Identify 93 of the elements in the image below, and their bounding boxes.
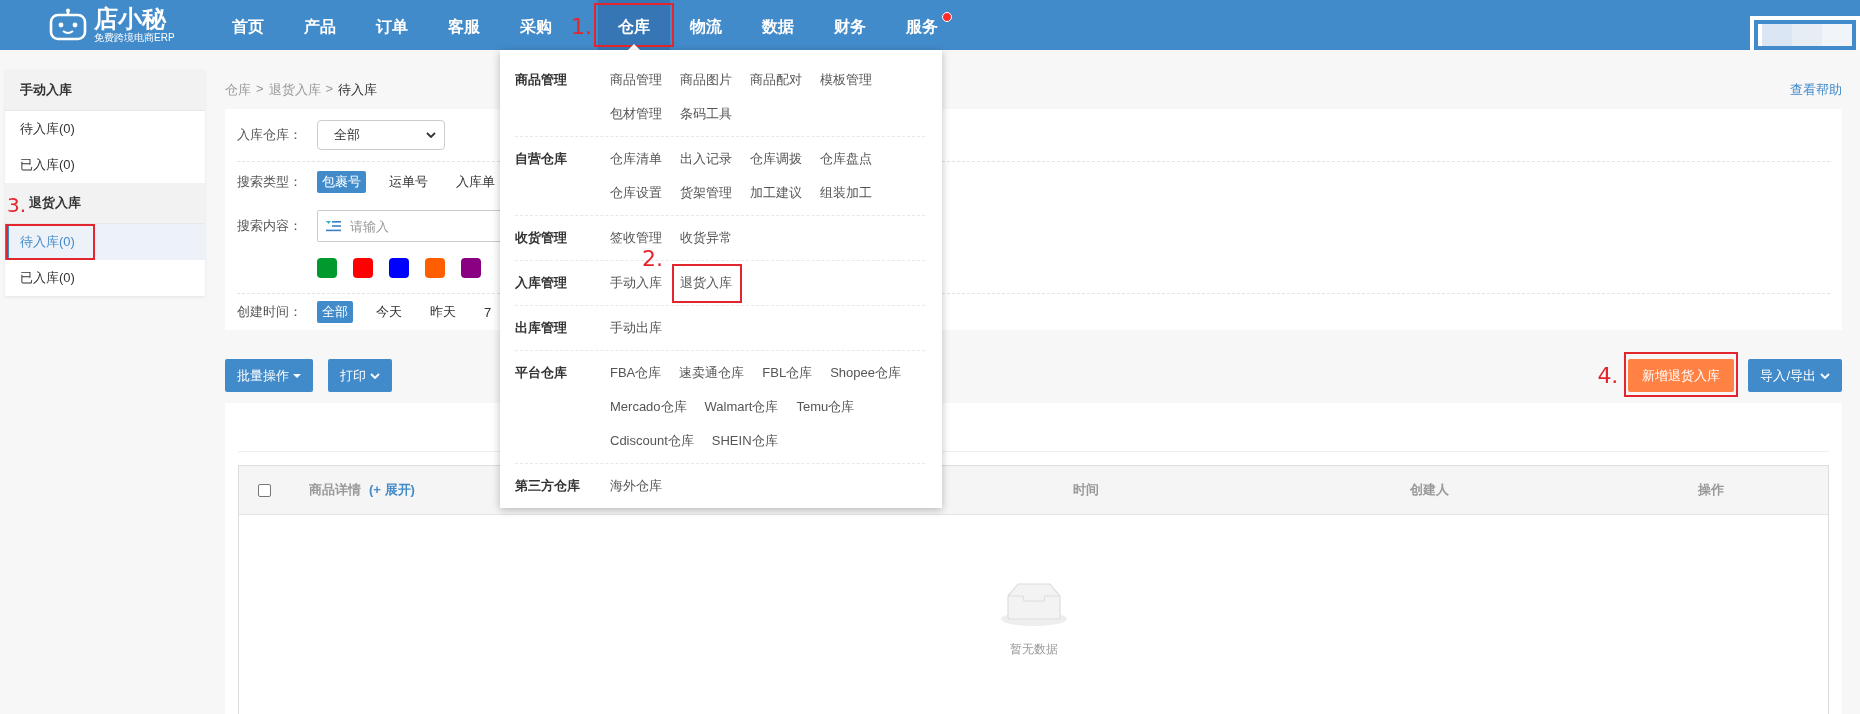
- logo-tagline: 免费跨境电商ERP: [94, 32, 175, 44]
- filter-option[interactable]: 今天: [371, 301, 407, 323]
- empty-state-text: 暂无数据: [1009, 641, 1058, 658]
- caret-icon: [293, 373, 301, 378]
- callout-number: 4.: [1597, 362, 1619, 389]
- sidebar-section-title: 手动入库: [20, 81, 72, 99]
- color-tag[interactable]: [425, 258, 445, 278]
- filter-label: 搜索内容：: [237, 217, 303, 235]
- menu-group-title: 自营仓库: [515, 150, 568, 168]
- menu-link[interactable]: 商品管理: [610, 72, 662, 87]
- menu-group-title: 平台仓库: [515, 364, 568, 382]
- menu-link[interactable]: 速卖通仓库: [679, 365, 745, 380]
- filter-option[interactable]: 运单号: [384, 171, 433, 193]
- filter-option[interactable]: 包裹号: [317, 171, 366, 193]
- color-tag[interactable]: [461, 258, 481, 278]
- chevron-down-icon: [426, 132, 436, 138]
- menu-link[interactable]: Temu仓库: [796, 399, 855, 414]
- nav-tab[interactable]: 物流: [670, 0, 742, 50]
- filter-label: 搜索类型：: [237, 173, 303, 191]
- chevron-down-icon: [370, 372, 380, 379]
- nav-tab[interactable]: 数据: [742, 0, 814, 50]
- menu-link[interactable]: 模板管理: [820, 72, 872, 87]
- dropdown-button[interactable]: 导入/导出: [1748, 359, 1842, 392]
- menu-link[interactable]: 仓库设置: [610, 185, 662, 200]
- menu-link[interactable]: 商品配对: [750, 72, 802, 87]
- menu-link[interactable]: Cdiscount仓库: [610, 433, 694, 448]
- nav-tab[interactable]: 仓库: [598, 0, 670, 50]
- callout-number: 1.: [571, 14, 592, 40]
- menu-group-title: 出库管理: [515, 319, 568, 337]
- callout-number: 3.: [7, 192, 27, 218]
- logo-name: 店小秘: [94, 6, 168, 32]
- menu-link[interactable]: 条码工具: [680, 106, 732, 121]
- sidebar-item[interactable]: 已入库(0): [5, 260, 205, 296]
- color-tag[interactable]: [317, 258, 337, 278]
- menu-link[interactable]: 手动入库: [610, 275, 662, 290]
- dropdown-button[interactable]: 批量操作: [225, 359, 313, 392]
- callout-frame: [672, 264, 742, 303]
- filter-option[interactable]: 昨天: [425, 301, 461, 323]
- menu-link[interactable]: 组装加工: [820, 185, 872, 200]
- menu-group-title: 入库管理: [515, 274, 568, 292]
- sidebar-section-title: 退货入库: [29, 194, 81, 212]
- menu-link[interactable]: 仓库调拨: [750, 151, 802, 166]
- menu-link[interactable]: 退货入库: [680, 275, 732, 290]
- filter-option[interactable]: 入库单: [451, 171, 500, 193]
- menu-link[interactable]: 出入记录: [680, 151, 732, 166]
- filter-label: 创建时间：: [237, 303, 303, 321]
- nav-tab[interactable]: 产品: [284, 0, 356, 50]
- nav-tab[interactable]: 采购: [500, 0, 572, 50]
- select-all-checkbox[interactable]: [257, 483, 271, 497]
- menu-link[interactable]: Mercado仓库: [610, 399, 687, 414]
- filter-label: 入库仓库：: [237, 126, 303, 144]
- filter-option[interactable]: 7: [479, 302, 497, 322]
- dropdown-button[interactable]: 打印: [328, 359, 392, 392]
- callout-number: 2.: [642, 246, 663, 272]
- menu-link[interactable]: 货架管理: [680, 185, 732, 200]
- filter-option[interactable]: 全部: [317, 301, 353, 323]
- robot-logo-icon: [48, 8, 88, 42]
- menu-link[interactable]: FBL仓库: [762, 365, 813, 380]
- sidebar-item[interactable]: 待入库(0): [5, 111, 205, 147]
- menu-link[interactable]: 手动出库: [610, 320, 662, 335]
- menu-group-title: 商品管理: [515, 71, 568, 89]
- list-icon: [325, 220, 341, 232]
- menu-link[interactable]: 商品图片: [680, 72, 732, 87]
- menu-link[interactable]: 包材管理: [610, 106, 662, 121]
- color-tag[interactable]: [353, 258, 373, 278]
- nav-tab[interactable]: 客服: [428, 0, 500, 50]
- nav-tab[interactable]: 服务: [886, 0, 958, 50]
- menu-group-title: 第三方仓库: [515, 477, 581, 495]
- sidebar-item[interactable]: 已入库(0): [5, 147, 205, 183]
- menu-link[interactable]: 海外仓库: [610, 478, 662, 493]
- chevron-down-icon: [1820, 372, 1830, 379]
- nav-tab[interactable]: 订单: [356, 0, 428, 50]
- menu-link[interactable]: 收货异常: [680, 230, 732, 245]
- help-link[interactable]: 查看帮助: [1790, 80, 1842, 99]
- warehouse-select[interactable]: 全部: [317, 120, 445, 150]
- column-header: 操作: [1698, 482, 1724, 497]
- color-tag[interactable]: [389, 258, 409, 278]
- menu-link[interactable]: 仓库盘点: [820, 151, 872, 166]
- nav-tab[interactable]: 财务: [814, 0, 886, 50]
- menu-link[interactable]: 加工建议: [750, 185, 802, 200]
- breadcrumb-link[interactable]: 待入库: [338, 80, 378, 99]
- menu-link[interactable]: FBA仓库: [610, 365, 662, 380]
- empty-tray-icon: [998, 581, 1069, 627]
- menu-link[interactable]: 仓库清单: [610, 151, 662, 166]
- column-header: 商品详情: [309, 481, 361, 499]
- menu-link[interactable]: Walmart仓库: [704, 399, 779, 414]
- menu-link[interactable]: SHEIN仓库: [711, 433, 778, 448]
- column-header: 时间: [1073, 482, 1099, 497]
- column-header: 创建人: [1409, 482, 1449, 497]
- breadcrumb-separator: >: [256, 80, 264, 98]
- menu-link[interactable]: Shopee仓库: [830, 365, 901, 380]
- breadcrumb-separator: >: [325, 80, 334, 98]
- nav-tab[interactable]: 首页: [212, 0, 284, 50]
